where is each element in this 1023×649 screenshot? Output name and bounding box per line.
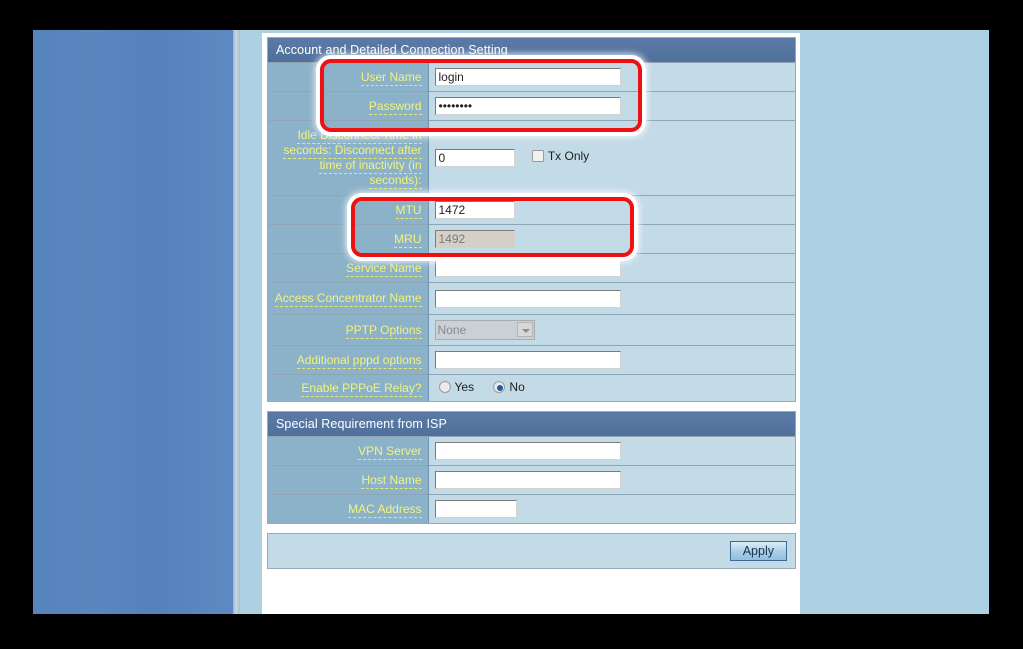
table-row-mru: MRU	[268, 224, 795, 254]
pptp-options-label: PPTP Options	[345, 322, 422, 339]
idle-disconnect-label: Idle Disconnect Time in seconds: Disconn…	[283, 128, 422, 189]
value-cell-mac-address	[428, 494, 795, 523]
table-row-mtu: MTU	[268, 195, 795, 225]
vpn-server-input[interactable]	[434, 442, 621, 460]
value-cell-access-concentrator-name	[428, 282, 795, 315]
table-row-pptp-options: PPTP Options None	[268, 314, 795, 346]
pptp-options-select[interactable]: None	[434, 320, 535, 340]
account-settings-panel: Account and Detailed Connection Setting …	[267, 37, 796, 402]
vpn-server-label: VPN Server	[358, 443, 422, 460]
label-cell-service-name: Service Name	[268, 253, 429, 283]
isp-section-title: Special Requirement from ISP	[268, 412, 795, 437]
label-cell-enable-pppoe-relay: Enable PPPoE Relay?	[268, 374, 429, 401]
pppoe-relay-yes-label: Yes	[454, 380, 475, 394]
table-row-password: Password	[268, 91, 795, 121]
mac-address-input[interactable]	[434, 500, 517, 518]
tx-only-option[interactable]: Tx Only	[528, 149, 589, 163]
isp-requirements-panel: Special Requirement from ISP VPN Server	[267, 411, 796, 524]
host-name-label: Host Name	[361, 472, 422, 489]
table-row-idle-disconnect: Idle Disconnect Time in seconds: Disconn…	[268, 120, 795, 196]
value-cell-pptp-options: None	[428, 314, 795, 346]
tx-only-label: Tx Only	[547, 149, 590, 163]
account-section-title: Account and Detailed Connection Setting	[268, 38, 795, 63]
service-name-label: Service Name	[346, 260, 422, 277]
value-cell-service-name	[428, 253, 795, 283]
value-cell-vpn-server	[428, 437, 795, 466]
apply-bar: Apply	[267, 533, 796, 569]
mtu-input[interactable]	[434, 201, 515, 219]
mac-address-label: MAC Address	[348, 501, 422, 518]
mru-input	[434, 230, 515, 248]
value-cell-mtu	[428, 195, 795, 225]
access-concentrator-name-input[interactable]	[434, 289, 621, 308]
value-cell-additional-pppd-options	[428, 345, 795, 375]
access-concentrator-name-label: Access Concentrator Name	[274, 291, 422, 307]
value-cell-user-name	[428, 63, 795, 92]
pppoe-relay-no-label: No	[509, 380, 525, 394]
idle-disconnect-input[interactable]	[434, 149, 515, 167]
table-row-additional-pppd-options: Additional pppd options	[268, 345, 795, 375]
tx-only-checkbox[interactable]	[531, 150, 544, 162]
account-settings-table: User Name Password	[268, 63, 795, 401]
label-cell-host-name: Host Name	[268, 465, 429, 495]
table-row-service-name: Service Name	[268, 253, 795, 283]
value-cell-mru	[428, 224, 795, 254]
pptp-options-select-wrap[interactable]: None	[434, 320, 535, 340]
screenshot-root: Account and Detailed Connection Setting …	[0, 0, 1023, 649]
table-row-mac-address: MAC Address	[268, 494, 795, 523]
host-name-input[interactable]	[434, 471, 621, 489]
table-row-host-name: Host Name	[268, 465, 795, 495]
left-navigation-panel[interactable]	[33, 30, 233, 614]
enable-pppoe-relay-label: Enable PPPoE Relay?	[301, 380, 422, 397]
pppoe-relay-no-radio[interactable]	[493, 381, 506, 393]
label-cell-mtu: MTU	[268, 195, 429, 225]
nav-divider	[233, 30, 240, 614]
apply-button[interactable]: Apply	[729, 541, 787, 561]
label-cell-password: Password	[268, 91, 429, 121]
table-row-vpn-server: VPN Server	[268, 437, 795, 466]
password-label: Password	[368, 98, 422, 115]
additional-pppd-options-label: Additional pppd options	[296, 352, 422, 369]
label-cell-user-name: User Name	[268, 63, 429, 92]
mru-label: MRU	[394, 231, 422, 248]
value-cell-enable-pppoe-relay: Yes No	[428, 374, 795, 401]
table-row-enable-pppoe-relay: Enable PPPoE Relay? Yes No	[268, 374, 795, 401]
label-cell-mac-address: MAC Address	[268, 494, 429, 523]
pppoe-relay-yes-radio[interactable]	[438, 381, 451, 393]
label-cell-vpn-server: VPN Server	[268, 437, 429, 466]
additional-pppd-options-input[interactable]	[434, 351, 621, 369]
label-cell-additional-pppd-options: Additional pppd options	[268, 345, 429, 375]
label-cell-mru: MRU	[268, 224, 429, 254]
value-cell-password	[428, 91, 795, 121]
user-name-input[interactable]	[434, 68, 621, 86]
label-cell-access-concentrator-name: Access Concentrator Name	[268, 282, 429, 315]
password-input[interactable]	[434, 97, 621, 115]
pppoe-relay-option-no[interactable]: No	[489, 380, 525, 394]
value-cell-host-name	[428, 465, 795, 495]
browser-viewport: Account and Detailed Connection Setting …	[33, 30, 989, 614]
table-row-user-name: User Name	[268, 63, 795, 92]
content-frame: Account and Detailed Connection Setting …	[262, 33, 800, 614]
user-name-label: User Name	[360, 69, 422, 86]
mtu-label: MTU	[395, 202, 422, 219]
pppoe-relay-option-yes[interactable]: Yes	[435, 380, 475, 394]
label-cell-idle-disconnect: Idle Disconnect Time in seconds: Disconn…	[268, 120, 429, 196]
table-row-access-concentrator-name: Access Concentrator Name	[268, 282, 795, 315]
value-cell-idle-disconnect: Tx Only	[428, 120, 795, 196]
label-cell-pptp-options: PPTP Options	[268, 314, 429, 346]
service-name-input[interactable]	[434, 259, 621, 277]
isp-requirements-table: VPN Server Host Name MAC Address	[268, 437, 795, 523]
